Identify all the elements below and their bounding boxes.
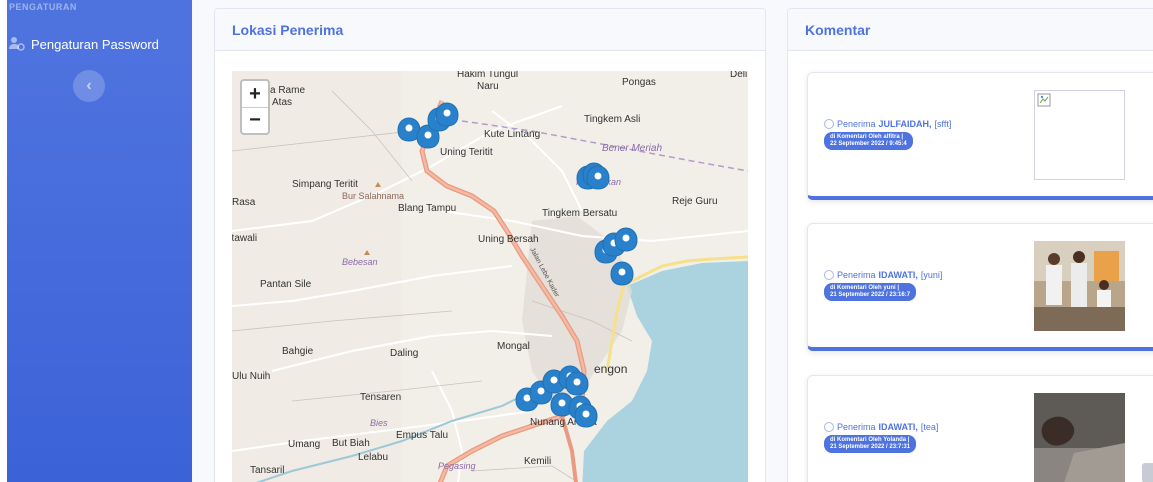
map-label-tingkem-asli: Tingkem Asli [584,114,640,125]
comment-card: Komentar Penerima JULFAIDAH, [sfft] di K… [787,8,1153,482]
comment-author: di Komentari Oleh yuni | [830,285,900,291]
comment-bubble-icon [824,422,834,432]
map-label-kute-lintang: Kute Lintang [484,129,540,140]
sidebar-item-pengaturan-password[interactable]: Pengaturan Password [9,36,159,52]
map-label-bur-salahnama: Bur Salahnama [342,191,404,201]
user-cog-icon [9,36,25,52]
map[interactable]: Hakim Tungul Naru Pongas Deli a Rame Ata… [232,71,748,482]
comment-recipient: Penerima IDAWATI, [tea] [824,422,1024,432]
comment-item[interactable]: Penerima JULFAIDAH, [sfft] di Komentari … [807,72,1153,200]
comment-text: Penerima JULFAIDAH, [sfft] di Komentari … [824,119,1024,150]
map-label-deli: Deli [730,71,747,80]
sidebar-toggle-button[interactable]: ‹ [73,70,105,102]
map-label-rame: a Rame [270,85,305,96]
recipient-name: JULFAIDAH, [878,119,932,129]
map-label-tengon: engon [594,362,627,376]
zoom-out-button[interactable]: − [242,107,268,133]
map-label-lelabu: Lelabu [358,452,388,463]
comment-author: di Komentari Oleh alfitra | [830,134,904,140]
map-label-hakim: Hakim Tungul [457,71,518,80]
comment-prefix: Penerima [837,422,876,432]
map-label-reje-guru: Reje Guru [672,196,718,207]
map-label-empus-talu: Empus Talu [396,430,448,441]
sidebar: PENGATURAN Pengaturan Password ‹ [7,0,192,482]
map-label-bener-meriah: Bener Meriah [602,143,662,154]
map-zoom-control: + − [240,79,270,135]
comment-timestamp: 21 September 2022 / 23:7:31 [830,444,911,450]
map-label-atawali: atawali [232,233,257,244]
comment-timestamp: 21 September 2022 / 23:16:7 [830,292,911,298]
comment-timestamp: 22 September 2022 / 9:45:4 [830,141,907,147]
comment-recipient: Penerima JULFAIDAH, [sfft] [824,119,1024,129]
recipient-tag: [tea] [920,422,939,432]
comment-prefix: Penerima [837,119,876,129]
comment-item[interactable]: Penerima IDAWATI, [tea] di Komentari Ole… [807,375,1153,482]
comment-bubble-icon [824,119,834,129]
photo-hand-icon[interactable] [1034,393,1125,482]
comment-bubble-icon [824,270,834,280]
page-edge [0,0,7,482]
comment-prefix: Penerima [837,270,876,280]
map-label-uning-bersah: Uning Bersah [478,234,539,245]
map-label-pongas: Pongas [622,77,656,88]
map-label-umang: Umang [288,439,320,450]
map-label-mongal: Mongal [497,341,530,352]
map-label-pegasing: Pegasing [438,461,476,471]
map-label-rasa: Rasa [232,197,256,208]
map-marker[interactable] [435,102,459,127]
map-label-atas: Atas [272,97,292,108]
chevron-left-icon: ‹ [86,77,92,94]
map-marker[interactable] [565,371,589,396]
map-label-simpang-teritit: Simpang Teritit [292,179,358,190]
map-label-pantan-sile: Pantan Sile [260,279,312,290]
photo-people-icon[interactable] [1034,241,1125,331]
map-label-bies: Bies [370,418,388,428]
sidebar-heading: PENGATURAN [9,2,77,12]
comment-text: Penerima IDAWATI, [yuni] di Komentari Ol… [824,270,1024,301]
map-marker[interactable] [610,261,634,286]
map-label-bahgie: Bahgie [282,346,314,357]
recipient-name: IDAWATI, [878,422,918,432]
comment-meta-badge: di Komentari Oleh Yolanda | 21 September… [824,435,917,453]
comment-meta-badge: di Komentari Oleh alfitra | 22 September… [824,132,913,150]
map-label-bebesan: Bebesan [342,257,378,267]
recipient-name: IDAWATI, [878,270,918,280]
zoom-in-button[interactable]: + [242,81,268,107]
map-label-tensaren: Tensaren [360,392,401,403]
map-card-title: Lokasi Penerima [215,9,765,51]
map-label-kemili: Kemili [524,456,551,467]
map-marker[interactable] [614,227,638,252]
map-label-blang-tampu: Blang Tampu [398,203,456,214]
map-label-naru: Naru [477,81,499,92]
map-label-but-biah: But Biah [332,438,370,449]
map-label-tingkem-bersatu: Tingkem Bersatu [542,208,617,219]
comment-recipient: Penerima IDAWATI, [yuni] [824,270,1024,280]
map-marker[interactable] [574,403,598,428]
map-label-uning-teritit: Uning Teritit [440,147,493,158]
broken-image-icon[interactable] [1034,90,1125,180]
map-label-tansaril: Tansaril [250,465,284,476]
comment-meta-badge: di Komentari Oleh yuni | 21 September 20… [824,283,917,301]
comment-item[interactable]: Penerima IDAWATI, [yuni] di Komentari Ol… [807,223,1153,351]
recipient-tag: [sfft] [934,119,952,129]
comment-text: Penerima IDAWATI, [tea] di Komentari Ole… [824,422,1024,453]
map-label-ulu-nuih: Ulu Nuih [232,371,270,382]
comment-author: di Komentari Oleh Yolanda | [830,437,910,443]
map-card: Lokasi Penerima Hakim Tungul Naru Pongas… [214,8,766,482]
scroll-to-top-button[interactable] [1142,463,1153,482]
map-marker[interactable] [586,165,610,190]
comment-card-title: Komentar [788,9,1153,51]
recipient-tag: [yuni] [920,270,943,280]
map-label-daling: Daling [390,348,418,359]
sidebar-item-label: Pengaturan Password [31,36,159,52]
